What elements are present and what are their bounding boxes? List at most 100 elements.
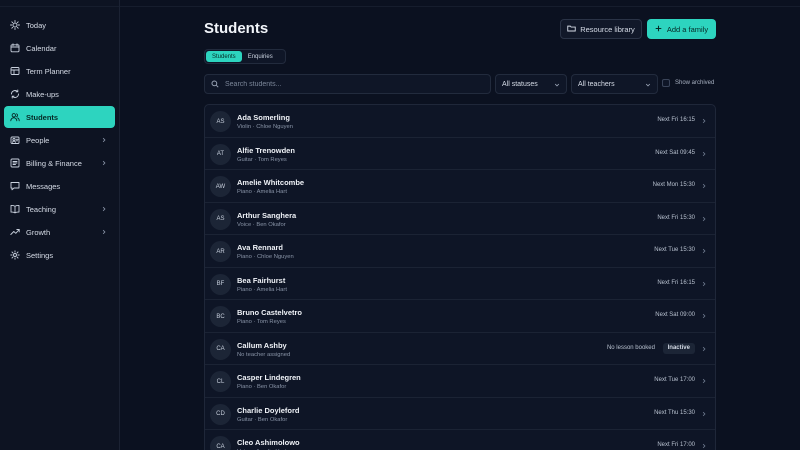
tab-students[interactable]: Students — [206, 51, 242, 62]
main-content: Students Resource library Add a family S… — [120, 0, 800, 450]
sidebar-item-label: Calendar — [26, 43, 57, 53]
avatar: BC — [210, 306, 231, 327]
student-detail: No teacher assigned — [237, 351, 291, 358]
student-detail: Guitar · Ben Okafor — [237, 416, 288, 423]
next-lesson: Next Tue 15:30 — [654, 247, 695, 253]
sidebar-item-make-ups[interactable]: Make-ups — [4, 83, 115, 105]
sidebar-item-label: Teaching — [26, 204, 57, 214]
chevron-right-icon — [102, 206, 106, 212]
sidebar-item-label: Messages — [26, 181, 61, 191]
student-row[interactable]: AR Ava Rennard Piano · Chloe Nguyen Next Tu… — [205, 235, 715, 268]
avatar: BF — [210, 273, 231, 295]
chevron-right-icon — [702, 346, 706, 351]
student-list: AS Ada Somerling Violin · Chloe Nguyen Next… — [204, 104, 716, 450]
chevron-right-icon — [702, 151, 706, 156]
page-title: Students — [204, 20, 269, 37]
student-row[interactable]: AS Ada Somerling Violin · Chloe Nguyen Next… — [205, 105, 715, 138]
next-lesson: Next Fri 16:15 — [657, 279, 695, 286]
student-detail: Violin · Chloe Nguyen — [237, 124, 293, 130]
users-icon — [10, 112, 20, 122]
status-filter-select[interactable]: All statuses — [495, 74, 567, 94]
sidebar-item-messages[interactable]: Messages — [4, 175, 115, 197]
calendar-icon — [10, 43, 20, 53]
chevron-down-icon — [554, 83, 560, 87]
app-root: Today Calendar Term Planner Make-ups Student… — [0, 0, 800, 450]
avatar: AR — [210, 241, 231, 262]
student-row[interactable]: BF Bea Fairhurst Piano · Amelia Hart Next F… — [205, 268, 715, 300]
growth-icon — [10, 227, 20, 237]
student-row[interactable]: AT Alfie Trenowden Guitar · Tom Reyes Next … — [205, 138, 715, 170]
avatar: CD — [210, 403, 231, 425]
book-icon — [10, 204, 20, 214]
sidebar-item-label: Term Planner — [26, 66, 71, 76]
chevron-right-icon — [702, 118, 706, 124]
student-row[interactable]: CACleo AshimolowoVoice · Amelia HartNext… — [205, 430, 715, 450]
chevron-right-icon — [102, 229, 106, 235]
plus-icon — [655, 25, 662, 34]
student-name: Arthur Sanghera — [237, 210, 297, 220]
next-lesson: No lesson booked — [606, 344, 655, 351]
sidebar-item-term-planner[interactable]: Term Planner — [4, 60, 115, 82]
student-name: Ava Rennard — [237, 243, 283, 252]
sidebar-item-label: Make-ups — [26, 89, 59, 99]
chevron-right-icon — [702, 443, 706, 449]
sidebar-item-billing-finance[interactable]: Billing & Finance — [4, 152, 115, 174]
next-lesson: Next Fri 15:30 — [657, 214, 695, 221]
sidebar-item-teaching[interactable]: Teaching — [4, 198, 115, 220]
chevron-right-icon — [702, 216, 706, 221]
student-row[interactable]: CD Charlie Doyleford Guitar · Ben Okafor Ne… — [205, 398, 715, 430]
student-detail: Piano · Chloe Nguyen — [237, 254, 294, 260]
sidebar-item-people[interactable]: People — [4, 129, 115, 151]
sidebar-item-students[interactable]: Students — [4, 106, 115, 128]
sidebar-divider — [0, 6, 119, 7]
student-name: Ada Somerling — [237, 113, 290, 122]
search-input[interactable] — [225, 80, 475, 88]
tab-bar: Students Enquiries — [204, 49, 286, 64]
chevron-right-icon — [702, 248, 706, 254]
show-archived-toggle[interactable]: Show archived — [662, 79, 714, 87]
student-name: Bruno Castelvetro — [237, 308, 303, 317]
header-divider — [120, 6, 800, 7]
resource-library-button[interactable]: Resource library — [560, 19, 642, 39]
billing-icon — [10, 158, 20, 168]
add-family-button[interactable]: Add a family — [647, 19, 716, 39]
sidebar-item-growth[interactable]: Growth — [4, 221, 115, 243]
search-box — [204, 74, 491, 94]
next-lesson: Next Thu 15:30 — [654, 409, 695, 416]
student-row[interactable]: BC Bruno Castelvetro Piano · Tom Reyes Next… — [205, 300, 715, 333]
avatar: AS — [210, 208, 231, 230]
next-lesson: Next Fri 16:15 — [657, 117, 695, 123]
sidebar-nav: Today Calendar Term Planner Make-ups Student… — [0, 14, 119, 266]
folder-icon — [567, 24, 576, 34]
avatar: AS — [210, 111, 231, 132]
student-name: Callum Ashby — [237, 340, 287, 350]
student-row[interactable]: CL Casper Lindegren Piano · Ben Okafor Next… — [205, 365, 715, 398]
tab-enquiries[interactable]: Enquiries — [242, 51, 279, 62]
makeup-icon — [10, 89, 20, 99]
avatar: AT — [210, 143, 231, 165]
people-icon — [10, 135, 20, 145]
sidebar-item-label: People — [26, 135, 50, 145]
chevron-right-icon — [702, 411, 706, 416]
teacher-filter-value: All teachers — [578, 80, 615, 88]
student-detail: Voice · Ben Okafor — [237, 221, 286, 228]
chevron-right-icon — [702, 281, 706, 286]
show-archived-checkbox[interactable] — [662, 79, 670, 87]
avatar: CA — [210, 338, 231, 360]
student-row[interactable]: AS Arthur Sanghera Voice · Ben Okafor Next … — [205, 203, 715, 235]
student-detail: Piano · Amelia Hart — [237, 286, 287, 293]
sidebar-item-settings[interactable]: Settings — [4, 244, 115, 266]
sidebar-item-calendar[interactable]: Calendar — [4, 37, 115, 59]
sidebar-item-label: Growth — [26, 227, 51, 237]
student-detail: Piano · Tom Reyes — [237, 319, 286, 325]
student-name: Casper Lindegren — [237, 373, 301, 382]
teacher-filter-select[interactable]: All teachers — [571, 74, 658, 94]
sidebar-item-label: Students — [26, 112, 59, 122]
gear-icon — [10, 250, 20, 260]
chevron-down-icon — [645, 83, 651, 87]
sidebar-item-today[interactable]: Today — [4, 14, 115, 36]
student-row[interactable]: CA Callum Ashby No teacher assigned No less… — [205, 333, 715, 365]
student-row[interactable]: AW Amelie Whitcombe Piano · Amelia Hart Nex… — [205, 170, 715, 203]
next-lesson: Next Sat 09:00 — [655, 312, 695, 318]
chevron-right-icon — [702, 313, 706, 319]
